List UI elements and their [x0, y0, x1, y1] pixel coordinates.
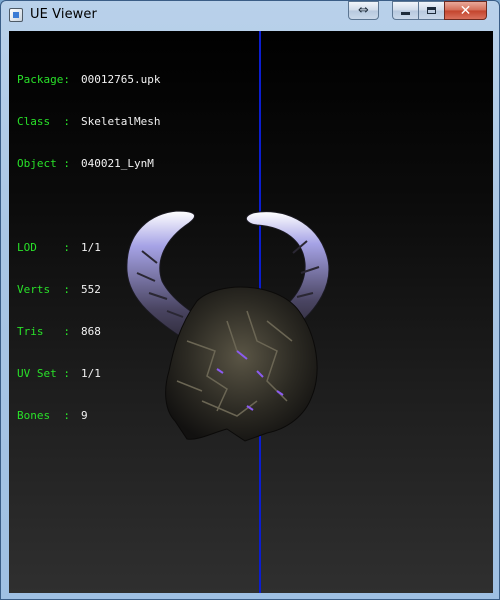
- info-row-lod: LOD : 1/1: [17, 241, 160, 255]
- 3d-viewport[interactable]: Package: 00012765.upk Class : SkeletalMesh…: [9, 31, 493, 593]
- maximize-icon: [427, 7, 436, 14]
- tris-value: 868: [81, 325, 101, 338]
- package-label: Package:: [17, 73, 70, 86]
- tris-label: Tris :: [17, 325, 70, 338]
- package-value: 00012765.upk: [81, 73, 161, 86]
- lod-label: LOD :: [17, 241, 70, 254]
- info-row-object: Object : 040021_LynM: [17, 157, 160, 171]
- object-label: Object :: [17, 157, 70, 170]
- title-bar[interactable]: UE Viewer ⇔ ✕: [1, 1, 499, 31]
- bones-label: Bones :: [17, 409, 70, 422]
- verts-value: 552: [81, 283, 101, 296]
- object-value: 040021_LynM: [81, 157, 154, 170]
- uvset-value: 1/1: [81, 367, 101, 380]
- minimize-button[interactable]: [392, 1, 418, 20]
- info-row-class: Class : SkeletalMesh: [17, 115, 160, 129]
- uvset-label: UV Set :: [17, 367, 70, 380]
- verts-label: Verts :: [17, 283, 70, 296]
- class-value: SkeletalMesh: [81, 115, 161, 128]
- bones-value: 9: [81, 409, 88, 422]
- mesh-info-overlay: Package: 00012765.upk Class : SkeletalMesh…: [17, 45, 160, 451]
- info-row-package: Package: 00012765.upk: [17, 73, 160, 87]
- info-row-uvset: UV Set : 1/1: [17, 367, 160, 381]
- double-arrow-icon: ⇔: [358, 3, 369, 18]
- app-window: UE Viewer ⇔ ✕ Package: 00012765.upk Clas…: [0, 0, 500, 600]
- close-button[interactable]: ✕: [444, 1, 487, 20]
- app-icon[interactable]: [9, 8, 23, 22]
- close-icon: ✕: [459, 2, 472, 19]
- info-row-tris: Tris : 868: [17, 325, 160, 339]
- info-row-verts: Verts : 552: [17, 283, 160, 297]
- fullscreen-toggle-button[interactable]: ⇔: [348, 1, 379, 20]
- caption-buttons: ✕: [392, 1, 487, 20]
- info-row-bones: Bones : 9: [17, 409, 160, 423]
- maximize-button[interactable]: [418, 1, 444, 20]
- minimize-icon: [401, 12, 410, 15]
- class-label: Class :: [17, 115, 70, 128]
- window-title: UE Viewer: [30, 7, 97, 22]
- lod-value: 1/1: [81, 241, 101, 254]
